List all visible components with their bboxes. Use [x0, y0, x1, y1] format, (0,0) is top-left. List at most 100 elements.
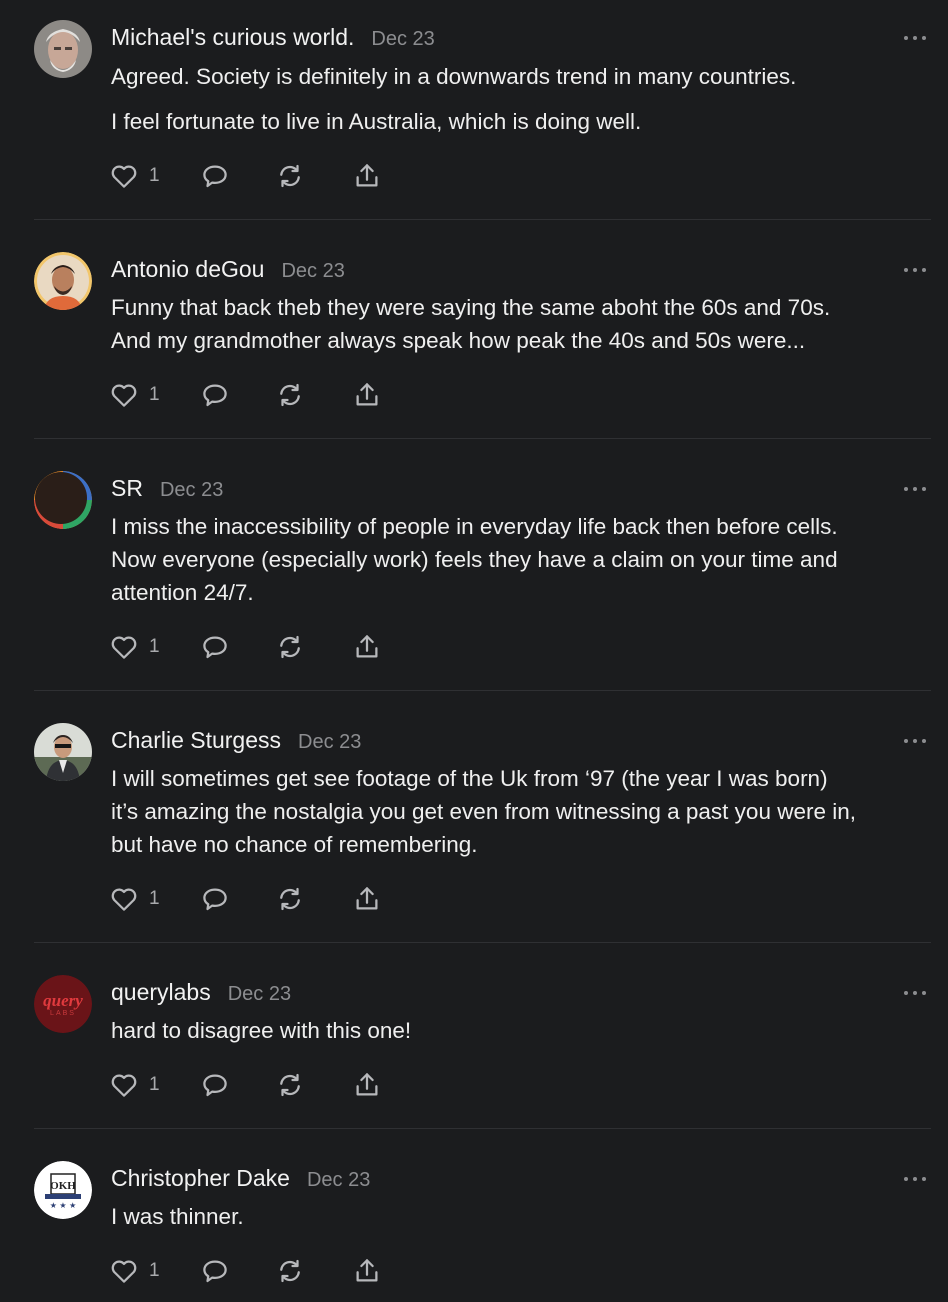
share-button[interactable] — [352, 161, 382, 191]
like-count: 1 — [149, 384, 160, 405]
speech-bubble-icon — [203, 1260, 227, 1283]
divider — [34, 942, 931, 943]
comment-text-line: And my grandmother always speak how peak… — [111, 328, 806, 353]
like-button[interactable]: 1 — [109, 161, 160, 191]
restack-button[interactable] — [275, 884, 305, 914]
like-count: 1 — [149, 636, 160, 657]
author-name[interactable]: Christopher Dake — [111, 1165, 290, 1192]
restack-icon — [280, 1073, 300, 1097]
reply-button[interactable] — [200, 884, 230, 914]
comment-body: hard to disagree with this one! — [111, 1014, 926, 1047]
comment-text-line: but have no chance of remembering. — [111, 832, 478, 857]
restack-icon — [280, 887, 300, 911]
speech-bubble-icon — [203, 1074, 227, 1097]
comment-date[interactable]: Dec 23 — [228, 983, 291, 1006]
more-options-button[interactable] — [904, 737, 926, 745]
like-count: 1 — [149, 1260, 160, 1281]
reply-button[interactable] — [200, 632, 230, 662]
share-button[interactable] — [352, 632, 382, 662]
ellipsis-icon — [904, 739, 908, 743]
avatar[interactable] — [34, 20, 92, 78]
comment-body: I miss the inaccessibility of people in … — [111, 510, 926, 609]
avatar[interactable]: query LABS — [34, 975, 92, 1033]
comment-text-line: hard to disagree with this one! — [111, 1018, 412, 1043]
author-name[interactable]: Antonio deGou — [111, 256, 264, 283]
like-button[interactable]: 1 — [109, 380, 160, 410]
comment-header: Christopher Dake Dec 23 — [111, 1165, 370, 1195]
share-button[interactable] — [352, 884, 382, 914]
reply-button[interactable] — [200, 1256, 230, 1286]
avatar[interactable]: OKH ★ ★ ★ — [34, 1161, 92, 1219]
restack-button[interactable] — [275, 1256, 305, 1286]
comment-text-line: Now everyone (especially work) feels the… — [111, 547, 838, 572]
share-icon — [356, 1073, 378, 1096]
speech-bubble-icon — [203, 636, 227, 659]
ellipsis-icon — [904, 487, 908, 491]
like-count: 1 — [149, 165, 160, 186]
reply-button[interactable] — [200, 1070, 230, 1100]
like-count: 1 — [149, 888, 160, 909]
restack-icon — [280, 635, 300, 659]
author-name[interactable]: querylabs — [111, 979, 211, 1006]
comment-body: I will sometimes get see footage of the … — [111, 762, 926, 861]
share-button[interactable] — [352, 1256, 382, 1286]
comment-header: Antonio deGou Dec 23 — [111, 256, 345, 286]
divider — [34, 1128, 931, 1129]
divider — [34, 690, 931, 691]
more-options-button[interactable] — [904, 989, 926, 997]
restack-button[interactable] — [275, 161, 305, 191]
like-count: 1 — [149, 1074, 160, 1095]
author-name[interactable]: Michael's curious world. — [111, 24, 354, 51]
like-button[interactable]: 1 — [109, 1256, 160, 1286]
share-button[interactable] — [352, 380, 382, 410]
more-options-button[interactable] — [904, 34, 926, 42]
restack-icon — [280, 383, 300, 407]
comment-date[interactable]: Dec 23 — [298, 731, 361, 754]
avatar-logo-text: OKH — [50, 1180, 76, 1192]
comment-date[interactable]: Dec 23 — [281, 260, 344, 283]
comment-text-line: Agreed. Society is definitely in a downw… — [111, 64, 797, 89]
reply-button[interactable] — [200, 161, 230, 191]
reply-button[interactable] — [200, 380, 230, 410]
comment-body: Agreed. Society is definitely in a downw… — [111, 60, 926, 138]
comment-header: querylabs Dec 23 — [111, 979, 291, 1009]
avatar-logo-text: query — [43, 991, 83, 1010]
ellipsis-icon — [904, 268, 908, 272]
speech-bubble-icon — [203, 384, 227, 407]
author-name[interactable]: Charlie Sturgess — [111, 727, 281, 754]
like-button[interactable]: 1 — [109, 632, 160, 662]
author-name[interactable]: SR — [111, 475, 143, 502]
avatar[interactable] — [34, 723, 92, 781]
more-options-button[interactable] — [904, 1175, 926, 1183]
avatar[interactable] — [34, 471, 92, 529]
like-button[interactable]: 1 — [109, 884, 160, 914]
restack-button[interactable] — [275, 380, 305, 410]
comment-text-line: I miss the inaccessibility of people in … — [111, 514, 838, 539]
divider — [34, 219, 931, 220]
restack-icon — [280, 1259, 300, 1283]
like-button[interactable]: 1 — [109, 1070, 160, 1100]
more-options-button[interactable] — [904, 266, 926, 274]
share-icon — [356, 635, 378, 658]
restack-button[interactable] — [275, 1070, 305, 1100]
more-options-button[interactable] — [904, 485, 926, 493]
comment-header: Michael's curious world. Dec 23 — [111, 24, 435, 54]
comment-text-line: I was thinner. — [111, 1204, 244, 1229]
avatar[interactable] — [34, 252, 92, 310]
share-button[interactable] — [352, 1070, 382, 1100]
comment-date[interactable]: Dec 23 — [307, 1169, 370, 1192]
comment-header: SR Dec 23 — [111, 475, 223, 505]
restack-button[interactable] — [275, 632, 305, 662]
heart-icon — [111, 384, 137, 407]
comment-date[interactable]: Dec 23 — [160, 479, 223, 502]
ellipsis-icon — [904, 1177, 908, 1181]
share-icon — [356, 164, 378, 187]
comment-text-line: I will sometimes get see footage of the … — [111, 766, 828, 791]
comment-text-line: it’s amazing the nostalgia you get even … — [111, 799, 856, 824]
comment-body: Funny that back theb they were saying th… — [111, 291, 926, 357]
comment-date[interactable]: Dec 23 — [371, 28, 434, 51]
speech-bubble-icon — [203, 165, 227, 188]
comment-header: Charlie Sturgess Dec 23 — [111, 727, 361, 757]
ellipsis-icon — [904, 36, 908, 40]
share-icon — [356, 887, 378, 910]
